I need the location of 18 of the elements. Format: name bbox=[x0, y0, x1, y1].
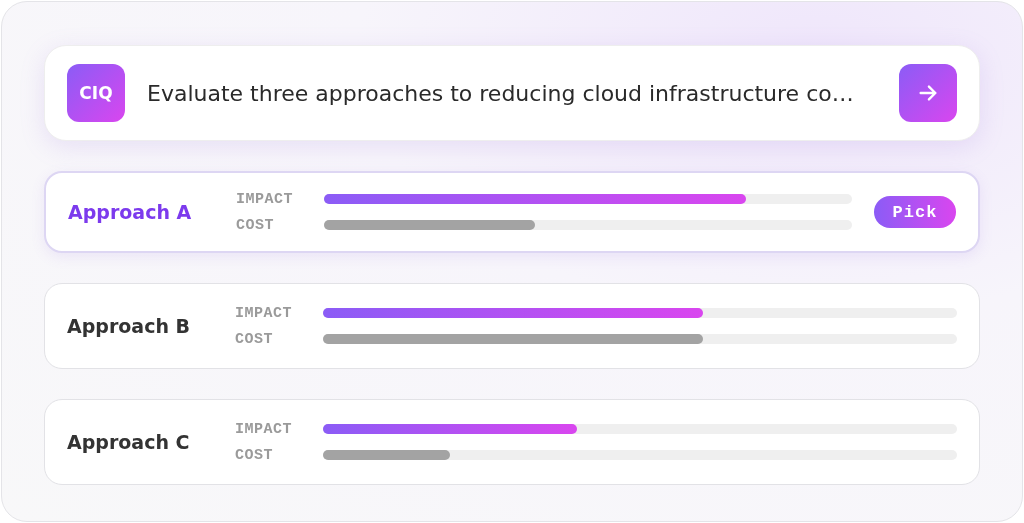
approach-card[interactable]: Approach B IMPACT COST bbox=[44, 283, 980, 369]
approach-card[interactable]: Approach C IMPACT COST bbox=[44, 399, 980, 485]
approach-name: Approach B bbox=[67, 315, 192, 337]
prompt-text: Evaluate three approaches to reducing cloud infrastructure co… bbox=[147, 80, 855, 106]
approach-card[interactable]: Approach A IMPACT COST Pick bbox=[44, 171, 980, 253]
metric-label: IMPACT bbox=[235, 304, 293, 322]
metric-label: IMPACT bbox=[235, 420, 293, 438]
pick-button[interactable]: Pick bbox=[874, 196, 956, 228]
prompt-bar[interactable]: CIQ Evaluate three approaches to reducing cloud infrastructure co… bbox=[44, 45, 980, 141]
metric-label: COST bbox=[235, 446, 274, 464]
logo: CIQ bbox=[67, 64, 125, 122]
approach-name: Approach A bbox=[68, 201, 193, 223]
approach-name: Approach C bbox=[67, 431, 191, 453]
metric-label: IMPACT bbox=[236, 190, 294, 208]
arrow-icon bbox=[917, 82, 939, 104]
metric-label: COST bbox=[235, 330, 274, 348]
send-button[interactable] bbox=[899, 64, 957, 122]
metric-label: COST bbox=[236, 216, 275, 234]
